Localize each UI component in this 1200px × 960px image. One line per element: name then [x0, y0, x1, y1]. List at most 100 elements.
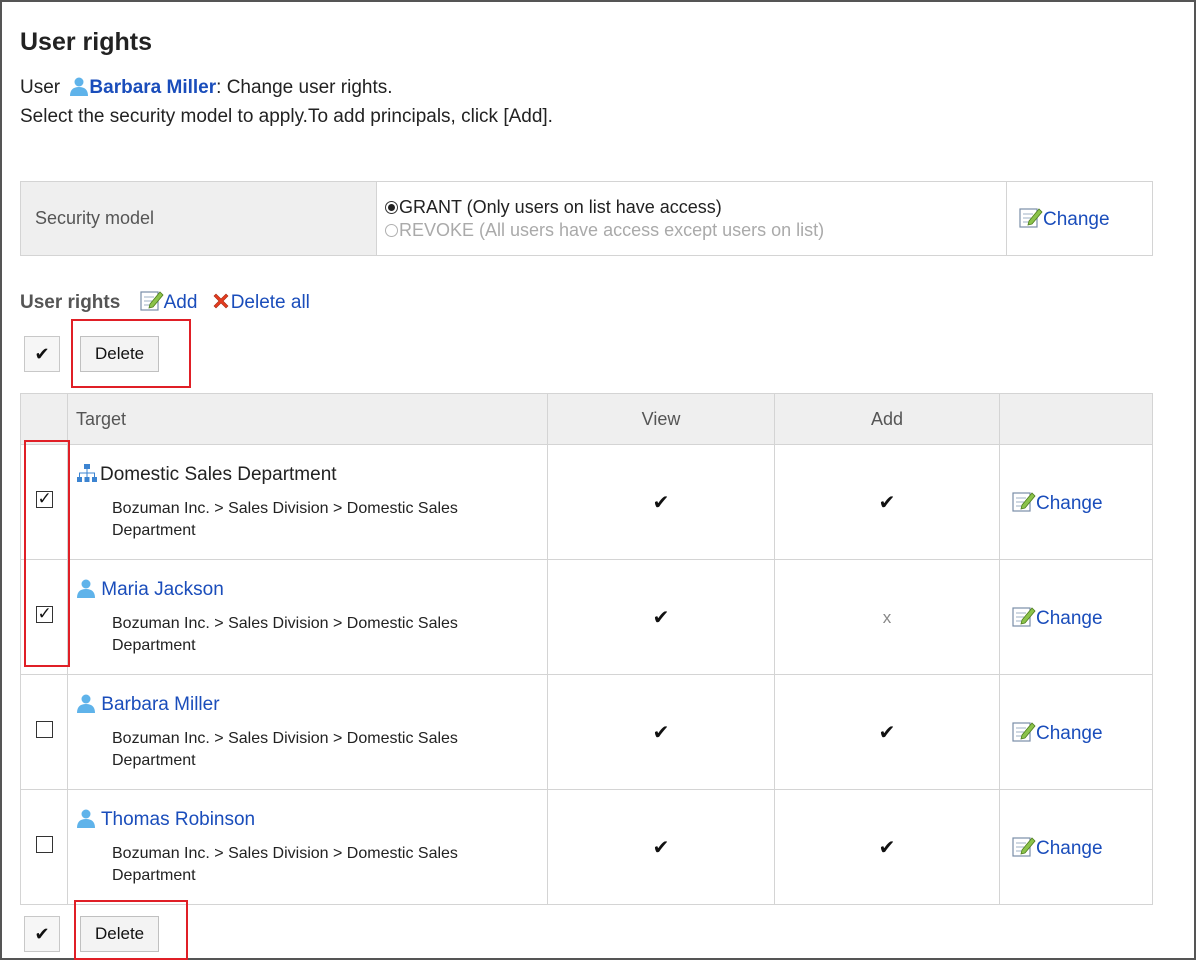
grant-option[interactable]: GRANT (Only users on list have access) — [385, 196, 1005, 219]
action-cell: Change — [999, 789, 1153, 905]
row-change-link[interactable]: Change — [1012, 491, 1103, 514]
user-link-label: Barbara Miller — [89, 77, 217, 98]
security-model-action: Change — [1006, 181, 1153, 256]
organization-icon — [77, 463, 97, 482]
highlight-box-delete-bottom — [74, 900, 188, 960]
row-change-label: Change — [1036, 722, 1103, 744]
add-check-mark: ✔ — [878, 491, 896, 514]
row-checkbox-cell — [20, 789, 68, 905]
revoke-option-label: REVOKE (All users have access except use… — [399, 219, 825, 240]
select-all-button[interactable]: ✔ — [24, 336, 60, 372]
delete-x-icon — [213, 293, 229, 309]
target-name: Domestic Sales Department — [76, 463, 546, 486]
target-cell: Thomas Robinson Bozuman Inc. > Sales Div… — [67, 789, 548, 905]
view-cell: ✔ — [547, 789, 775, 905]
add-cell: x — [774, 559, 1000, 675]
table-header-row: Target View Add — [20, 393, 1153, 445]
target-user-link[interactable]: Barbara Miller — [76, 694, 220, 715]
target-name-label: Barbara Miller — [101, 693, 220, 715]
target-name: Barbara Miller — [76, 693, 546, 716]
view-check-mark: ✔ — [652, 721, 670, 744]
add-check-mark: ✔ — [878, 721, 896, 744]
edit-icon — [1012, 606, 1036, 627]
row-change-label: Change — [1036, 492, 1103, 514]
row-checkbox[interactable] — [35, 836, 53, 853]
user-rights-header: User rights Add Delete all — [20, 289, 318, 314]
target-path: Bozuman Inc. > Sales Division > Domestic… — [112, 729, 458, 769]
header-target: Target — [67, 393, 548, 445]
edit-icon — [1012, 491, 1036, 512]
add-link-label: Add — [163, 292, 198, 313]
header-checkbox-column — [20, 393, 68, 445]
action-cell: Change — [999, 559, 1153, 675]
security-model-change-link[interactable]: Change — [1019, 208, 1110, 230]
target-name: Thomas Robinson — [76, 808, 546, 831]
select-all-button[interactable]: ✔ — [24, 916, 60, 952]
security-model-change-label: Change — [1043, 209, 1110, 230]
intro-suffix: : Change user rights. — [216, 77, 393, 98]
table-row: Thomas Robinson Bozuman Inc. > Sales Div… — [20, 789, 1153, 905]
add-cell: ✔ — [774, 674, 1000, 790]
target-name-label: Thomas Robinson — [100, 808, 256, 830]
action-cell: Change — [999, 674, 1153, 790]
row-checkbox-cell — [20, 674, 68, 790]
user-rights-table: Target View Add Domestic Sales Departmen… — [20, 393, 1153, 905]
view-check-mark: ✔ — [652, 836, 670, 859]
intro-instructions: Select the security model to apply.To ad… — [20, 106, 553, 127]
highlight-box-delete-top — [71, 319, 191, 388]
view-cell: ✔ — [547, 444, 775, 560]
target-path: Bozuman Inc. > Sales Division > Domestic… — [112, 844, 458, 884]
table-row: Maria Jackson Bozuman Inc. > Sales Divis… — [20, 559, 1153, 675]
view-check-mark: ✔ — [652, 491, 670, 514]
delete-all-link[interactable]: Delete all — [211, 292, 310, 313]
revoke-radio[interactable] — [385, 223, 398, 237]
target-user-link[interactable]: Maria Jackson — [76, 579, 224, 600]
action-cell: Change — [999, 444, 1153, 560]
edit-icon — [139, 291, 164, 311]
page-title: User rights — [20, 28, 152, 56]
revoke-option[interactable]: REVOKE (All users have access except use… — [385, 219, 1005, 242]
add-denied-mark: x — [882, 607, 892, 627]
person-icon — [77, 579, 95, 598]
view-cell: ✔ — [547, 674, 775, 790]
view-cell: ✔ — [547, 559, 775, 675]
edit-icon — [1012, 721, 1036, 742]
target-cell: Maria Jackson Bozuman Inc. > Sales Divis… — [67, 559, 548, 675]
edit-icon — [1019, 208, 1043, 228]
target-cell: Domestic Sales Department Bozuman Inc. >… — [67, 444, 548, 560]
target-cell: Barbara Miller Bozuman Inc. > Sales Divi… — [67, 674, 548, 790]
person-icon — [70, 77, 89, 96]
row-change-link[interactable]: Change — [1012, 836, 1103, 859]
person-icon — [77, 809, 95, 828]
target-name-label: Maria Jackson — [101, 578, 224, 600]
delete-all-label: Delete all — [230, 292, 310, 313]
security-model-label: Security model — [20, 181, 377, 256]
table-row: Domestic Sales Department Bozuman Inc. >… — [20, 444, 1153, 560]
row-change-link[interactable]: Change — [1012, 721, 1103, 744]
add-link[interactable]: Add — [139, 291, 203, 313]
user-rights-title: User rights — [20, 292, 121, 313]
target-user-link[interactable]: Thomas Robinson — [76, 809, 255, 830]
target-path: Bozuman Inc. > Sales Division > Domestic… — [112, 614, 458, 654]
row-change-label: Change — [1036, 837, 1103, 859]
add-cell: ✔ — [774, 444, 1000, 560]
table-row: Barbara Miller Bozuman Inc. > Sales Divi… — [20, 674, 1153, 790]
security-model-table: Security model GRANT (Only users on list… — [20, 181, 1153, 256]
add-check-mark: ✔ — [878, 836, 896, 859]
intro-line: User Barbara Miller: Change user rights. — [20, 76, 393, 99]
add-cell: ✔ — [774, 789, 1000, 905]
row-change-link[interactable]: Change — [1012, 606, 1103, 629]
grant-option-label: GRANT (Only users on list have access) — [399, 196, 722, 217]
row-change-label: Change — [1036, 607, 1103, 629]
view-check-mark: ✔ — [652, 606, 670, 629]
security-model-options: GRANT (Only users on list have access) R… — [376, 181, 1007, 256]
grant-radio[interactable] — [385, 200, 398, 214]
user-link[interactable]: Barbara Miller — [69, 77, 216, 98]
header-view: View — [547, 393, 775, 445]
intro-prefix: User — [20, 77, 61, 98]
target-name: Maria Jackson — [76, 578, 546, 601]
header-add: Add — [774, 393, 1000, 445]
highlight-box-checkboxes — [24, 440, 70, 667]
edit-icon — [1012, 836, 1036, 857]
row-checkbox[interactable] — [35, 721, 53, 738]
